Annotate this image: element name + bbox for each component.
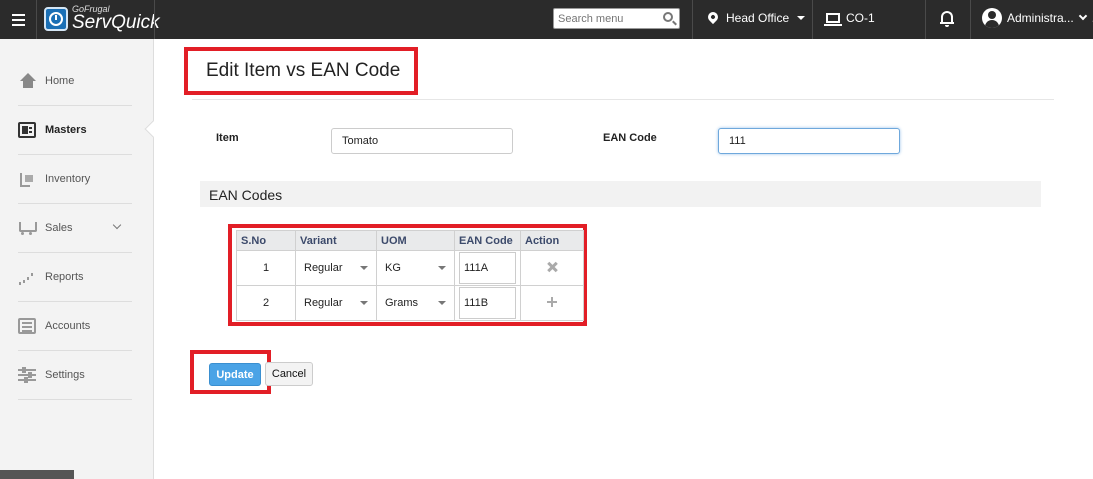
cart-icon xyxy=(18,220,37,236)
variant-value: Regular xyxy=(304,297,343,309)
sidebar-item-home[interactable]: Home xyxy=(18,57,132,106)
section-title: EAN Codes xyxy=(209,187,283,203)
top-bar: GoFrugal ServQuick Head Office CO-1 Admi… xyxy=(0,0,1093,39)
sidebar-item-masters[interactable]: Masters xyxy=(18,106,132,155)
sidebar-item-accounts[interactable]: Accounts xyxy=(18,302,132,351)
sidebar-item-label: Masters xyxy=(45,124,87,136)
search-box xyxy=(553,8,680,29)
caret-down-icon xyxy=(438,301,446,305)
location-selector[interactable]: Head Office xyxy=(705,9,806,25)
column-header: Variant xyxy=(295,230,377,251)
column-header: S.No xyxy=(236,230,296,251)
bell-icon[interactable] xyxy=(940,11,954,27)
update-button[interactable]: Update xyxy=(209,363,261,386)
monitor-icon xyxy=(824,13,842,26)
uom-select[interactable]: Grams xyxy=(376,285,455,321)
divider xyxy=(36,0,37,39)
bottom-tab[interactable] xyxy=(0,470,74,479)
settings-icon xyxy=(18,367,36,383)
sidebar-item-reports[interactable]: Reports xyxy=(18,253,132,302)
sidebar-item-inventory[interactable]: Inventory xyxy=(18,155,132,204)
action-cell xyxy=(520,285,584,321)
add-icon[interactable] xyxy=(547,296,557,307)
uom-value: KG xyxy=(385,262,401,274)
chevron-down-icon xyxy=(1078,11,1087,21)
ean-code-label: EAN Code xyxy=(603,132,657,144)
column-header: UOM xyxy=(376,230,455,251)
variant-value: Regular xyxy=(304,262,343,274)
sno-cell: 2 xyxy=(236,285,296,321)
sidebar-item-label: Sales xyxy=(45,222,73,234)
divider xyxy=(192,99,1054,100)
caret-down-icon xyxy=(360,266,368,270)
table-row: 2 Regular Grams xyxy=(236,285,584,321)
uom-value: Grams xyxy=(385,297,418,309)
location-pin-icon xyxy=(705,9,721,25)
divider xyxy=(812,0,813,39)
sidebar-item-label: Inventory xyxy=(45,173,91,185)
divider xyxy=(925,0,926,39)
item-field[interactable] xyxy=(331,128,513,154)
table-header-row: S.No Variant UOM EAN Code Action xyxy=(236,230,584,251)
section-header xyxy=(200,181,1041,207)
search-input[interactable] xyxy=(554,9,654,28)
sidebar-item-settings[interactable]: Settings xyxy=(18,351,132,400)
masters-icon xyxy=(18,122,36,138)
logo-name: ServQuick xyxy=(72,12,160,33)
accounts-icon xyxy=(18,318,36,334)
ean-codes-table: S.No Variant UOM EAN Code Action 1 Regul… xyxy=(236,230,584,321)
counter-label: CO-1 xyxy=(846,11,875,25)
ean-cell xyxy=(454,250,521,286)
table-row: 1 Regular KG xyxy=(236,250,584,286)
column-header: Action xyxy=(520,230,584,251)
user-menu[interactable]: Administra... ... xyxy=(982,8,1093,28)
logo-clock-icon xyxy=(44,6,68,31)
remove-icon[interactable] xyxy=(547,262,557,272)
home-icon xyxy=(18,73,36,89)
divider xyxy=(154,0,155,39)
reports-icon xyxy=(18,269,36,285)
variant-select[interactable]: Regular xyxy=(295,250,377,286)
ean-code-input[interactable] xyxy=(459,287,516,319)
counter-selector[interactable]: CO-1 xyxy=(824,11,875,26)
caret-down-icon xyxy=(438,266,446,270)
caret-down-icon xyxy=(797,16,806,20)
location-label: Head Office xyxy=(726,11,790,25)
caret-down-icon xyxy=(360,301,368,305)
sidebar-item-label: Home xyxy=(45,75,75,87)
ean-code-field[interactable] xyxy=(718,128,900,154)
menu-icon[interactable] xyxy=(0,0,36,39)
avatar-icon xyxy=(982,8,1002,28)
action-cell xyxy=(520,250,584,286)
sno-cell: 1 xyxy=(236,250,296,286)
sidebar: Home Masters Inventory Sales Reports Acc… xyxy=(0,39,154,479)
divider xyxy=(692,0,693,39)
sidebar-item-label: Settings xyxy=(45,369,85,381)
inventory-icon xyxy=(18,171,36,187)
page-title: Edit Item vs EAN Code xyxy=(206,60,401,81)
item-label: Item xyxy=(216,132,239,144)
chevron-down-icon xyxy=(112,220,122,230)
sidebar-item-sales[interactable]: Sales xyxy=(18,204,132,253)
user-name: Administra... xyxy=(1007,11,1074,25)
divider xyxy=(970,0,971,39)
cancel-button[interactable]: Cancel xyxy=(265,362,313,386)
app-logo[interactable]: GoFrugal ServQuick xyxy=(44,5,160,32)
ean-cell xyxy=(454,285,521,321)
uom-select[interactable]: KG xyxy=(376,250,455,286)
variant-select[interactable]: Regular xyxy=(295,285,377,321)
sidebar-item-label: Accounts xyxy=(45,320,91,332)
ean-code-input[interactable] xyxy=(459,252,516,284)
search-icon[interactable] xyxy=(663,12,673,22)
column-header: EAN Code xyxy=(454,230,521,251)
sidebar-item-label: Reports xyxy=(45,271,84,283)
